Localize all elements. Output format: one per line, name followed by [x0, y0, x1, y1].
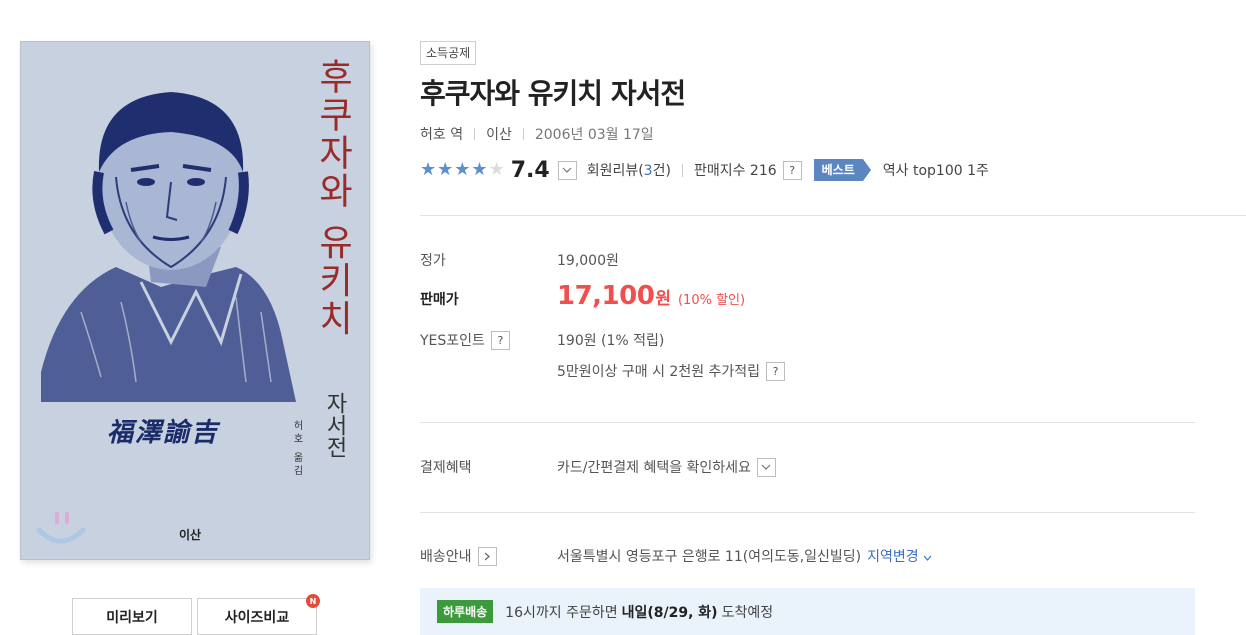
help-icon[interactable]: ?: [490, 330, 510, 350]
shipping-info-button[interactable]: [477, 546, 497, 566]
delivery-message-post: 도착예정: [721, 604, 774, 621]
list-price-label: 정가: [420, 253, 446, 269]
points-extra-text: 5만원이상 구매 시 2천원 추가적립: [557, 364, 761, 380]
chevron-right-icon: [484, 552, 490, 560]
shipping-label: 배송안내: [420, 549, 472, 565]
help-icon[interactable]: ?: [782, 160, 802, 180]
product-title: 후쿠자와 유키치 자서전: [420, 77, 686, 110]
divider: [522, 128, 524, 140]
points-label: YES포인트: [420, 333, 485, 349]
points-extra-group: 5만원이상 구매 시 2천원 추가적립 ?: [557, 361, 786, 381]
rating-row: ★ ★ ★ ★ ★ 7.4 회원리뷰(3건) 판매지수 216 ? 베스트 역사…: [420, 157, 989, 183]
member-review-link[interactable]: 회원리뷰(3건): [587, 160, 671, 180]
sales-index: 판매지수 216: [693, 163, 777, 179]
rating-score: 7.4: [510, 157, 550, 183]
sale-price-group: 17,100 원 (10% 할인): [557, 281, 745, 311]
review-label: 회원리뷰(: [586, 163, 644, 179]
points-value: 190원 (1% 적립): [557, 333, 665, 349]
sale-price-unit: 원: [655, 289, 671, 309]
list-price-value: 19,000원: [557, 253, 619, 269]
rating-stars: ★ ★ ★ ★ ★: [420, 161, 505, 179]
chevron-down-icon: [762, 464, 771, 470]
size-compare-button[interactable]: 사이즈비교: [197, 598, 317, 635]
review-suffix: 건): [652, 163, 671, 179]
star-filled-icon: ★: [420, 159, 437, 180]
change-region-link[interactable]: 지역변경: [867, 546, 932, 566]
watermark-smile-icon: [36, 512, 86, 544]
chevron-down-icon: [923, 555, 932, 561]
star-filled-icon: ★: [437, 159, 454, 180]
payment-benefit-text: 카드/간편결제 혜택을 확인하세요: [557, 460, 751, 476]
chevron-down-icon: [562, 167, 572, 173]
rating-detail-toggle[interactable]: [557, 160, 577, 180]
delivery-message-pre: 16시까지 주문하면: [505, 604, 618, 621]
cover-kanji-signature: 福澤諭吉: [107, 418, 220, 448]
shipping-label-group: 배송안내: [420, 546, 497, 566]
cover-subtitle-text: 자서전: [322, 392, 347, 458]
star-filled-icon: ★: [454, 159, 471, 180]
author-link[interactable]: 허호 역: [420, 124, 463, 144]
cover-translator-text: 허호 옮김: [291, 420, 302, 479]
shipping-address-group: 서울특별시 영등포구 은행로 11(여의도동,일신빌딩) 지역변경: [557, 546, 932, 566]
cover-title-text: 후쿠자와 유키치: [312, 58, 353, 338]
best-rank-link[interactable]: 역사 top100 1주: [883, 160, 989, 180]
discount-rate: (10% 할인): [677, 293, 746, 308]
section-divider: [420, 215, 1246, 216]
star-filled-icon: ★: [471, 159, 488, 180]
review-count: 3: [643, 163, 653, 179]
help-icon[interactable]: ?: [766, 361, 786, 381]
payment-benefit-toggle[interactable]: [756, 457, 776, 477]
divider: [474, 128, 476, 140]
change-region-label: 지역변경: [867, 549, 919, 565]
publish-date: 2006년 03월 17일: [534, 127, 654, 143]
points-label-group: YES포인트 ?: [420, 330, 510, 350]
delivery-date: 내일(8/29, 화): [621, 604, 718, 621]
sale-price-label: 판매가: [420, 292, 459, 308]
payment-benefit-label: 결제혜택: [420, 460, 472, 476]
publisher-link[interactable]: 이산: [486, 124, 512, 144]
new-badge: N: [306, 594, 320, 608]
shipping-address: 서울특별시 영등포구 은행로 11(여의도동,일신빌딩): [557, 549, 862, 565]
section-divider: [420, 512, 1195, 513]
delivery-estimate-box: 하루배송 16시까지 주문하면 내일(8/29, 화) 도착예정: [420, 588, 1195, 635]
best-badge: 베스트: [813, 159, 871, 181]
section-divider: [420, 422, 1195, 423]
sale-price-value: 17,100: [557, 281, 655, 311]
star-empty-icon: ★: [488, 159, 505, 180]
preview-button[interactable]: 미리보기: [72, 598, 192, 635]
one-day-delivery-badge: 하루배송: [437, 600, 494, 623]
divider: [681, 163, 683, 177]
book-cover-image[interactable]: 후쿠자와 유키치 자서전 허호 옮김 福澤諭吉 이산: [20, 41, 370, 560]
payment-benefit-group: 카드/간편결제 혜택을 확인하세요: [557, 457, 786, 477]
product-meta: 허호 역 이산 2006년 03월 17일: [420, 124, 654, 144]
cover-publisher-mark: 이산: [179, 528, 202, 542]
tax-deduction-tag: 소득공제: [420, 41, 477, 65]
